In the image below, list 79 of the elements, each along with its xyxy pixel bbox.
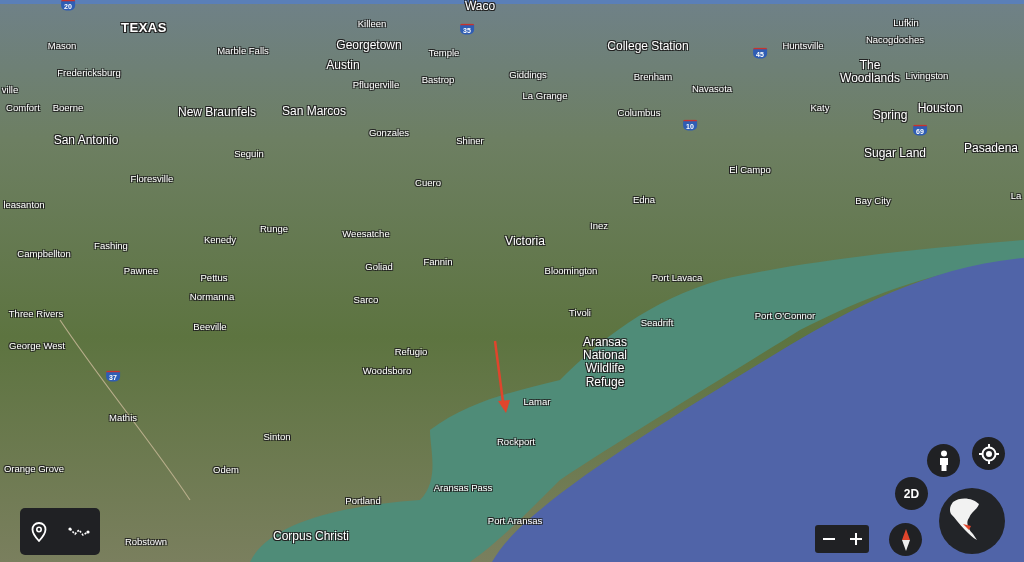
place-label: Marble Falls bbox=[217, 45, 269, 57]
place-label: Pflugerville bbox=[352, 79, 400, 91]
place-label: Waco bbox=[464, 0, 496, 14]
place-label: The Woodlands bbox=[839, 58, 901, 86]
place-label: Pawnee bbox=[123, 265, 159, 277]
place-label: Mason bbox=[47, 40, 77, 52]
place-label: Corpus Christi bbox=[273, 530, 349, 544]
place-label: Orange Grove bbox=[3, 463, 65, 475]
place-label: Navasota bbox=[691, 83, 733, 95]
place-label: La Grange bbox=[522, 90, 568, 102]
place-label: Lamar bbox=[523, 396, 551, 408]
place-label: Refugio bbox=[394, 346, 428, 358]
place-label: Edna bbox=[632, 194, 656, 206]
place-label: Beeville bbox=[193, 321, 227, 333]
place-label: Bastrop bbox=[421, 74, 455, 86]
place-label: Goliad bbox=[365, 261, 393, 273]
place-label: College Station bbox=[607, 40, 689, 54]
place-label: Fredericksburg bbox=[57, 67, 121, 79]
place-label: Sugar Land bbox=[863, 147, 927, 161]
place-label: Bloomington bbox=[544, 265, 598, 277]
place-label: Comfort bbox=[6, 102, 40, 114]
place-label: Austin bbox=[326, 59, 360, 73]
place-label: New Braunfels bbox=[178, 106, 256, 120]
place-label: Killeen bbox=[357, 18, 387, 30]
place-label: Gonzales bbox=[368, 127, 410, 139]
place-label: Tivoli bbox=[569, 307, 591, 319]
place-label: Brenham bbox=[633, 71, 673, 83]
place-label: Weesatche bbox=[342, 228, 390, 240]
place-label: Pettus bbox=[200, 272, 228, 284]
place-label: San Antonio bbox=[53, 134, 119, 148]
place-label: Pasadena bbox=[964, 142, 1018, 156]
place-label: Runge bbox=[260, 223, 288, 235]
place-label: Cuero bbox=[415, 177, 441, 189]
place-label: Odem bbox=[213, 464, 239, 476]
place-label: Georgetown bbox=[336, 39, 402, 53]
place-label: Woodsboro bbox=[362, 365, 412, 377]
place-label: George West bbox=[9, 340, 65, 352]
place-label: Katy bbox=[810, 102, 830, 114]
place-label: Houston bbox=[917, 102, 963, 116]
place-label: Shiner bbox=[456, 135, 484, 147]
place-label: Giddings bbox=[509, 69, 547, 81]
place-label: Sinton bbox=[263, 431, 291, 443]
place-label: Rockport bbox=[497, 436, 535, 448]
place-label: Normanna bbox=[189, 291, 235, 303]
place-label: El Campo bbox=[729, 164, 771, 176]
place-label: Three Rivers bbox=[8, 308, 64, 320]
place-label: Columbus bbox=[617, 107, 661, 119]
place-label: Livingston bbox=[905, 70, 949, 82]
place-label: Aransas Pass bbox=[433, 482, 493, 494]
place-label: Temple bbox=[428, 47, 460, 59]
globe-icon[interactable] bbox=[939, 488, 1005, 554]
place-label: Port Lavaca bbox=[651, 272, 703, 284]
place-label: Floresville bbox=[130, 173, 174, 185]
place-label: Kenedy bbox=[203, 234, 237, 246]
place-label: Victoria bbox=[505, 235, 545, 249]
place-label: Sarco bbox=[353, 294, 379, 306]
place-label: Portland bbox=[345, 495, 381, 507]
place-label: Seguin bbox=[234, 148, 264, 160]
place-label: Port Aransas bbox=[487, 515, 543, 527]
place-label: leasanton bbox=[3, 199, 45, 211]
place-label: Campbellton bbox=[17, 248, 71, 260]
place-label: Mathis bbox=[109, 412, 137, 424]
place-label: Fashing bbox=[94, 240, 128, 252]
place-label: Aransas National Wildlife Refuge bbox=[582, 335, 628, 389]
place-label: Spring bbox=[872, 109, 908, 123]
place-label: San Marcos bbox=[282, 105, 346, 119]
place-label: ville bbox=[1, 84, 19, 96]
place-label: Lufkin bbox=[893, 17, 919, 29]
place-label: Huntsville bbox=[782, 40, 824, 52]
place-label: Robstown bbox=[124, 536, 168, 548]
place-label: Inez bbox=[590, 220, 608, 232]
place-label: La bbox=[1010, 190, 1022, 202]
place-label: Seadrift bbox=[640, 317, 674, 329]
place-label: Nacogdoches bbox=[865, 34, 925, 46]
place-label: Port O'Connor bbox=[754, 310, 816, 322]
place-label: Fannin bbox=[423, 256, 453, 268]
place-label: Bay City bbox=[855, 195, 891, 207]
place-label: Boerne bbox=[52, 102, 84, 114]
state-label: TEXAS bbox=[121, 20, 167, 36]
